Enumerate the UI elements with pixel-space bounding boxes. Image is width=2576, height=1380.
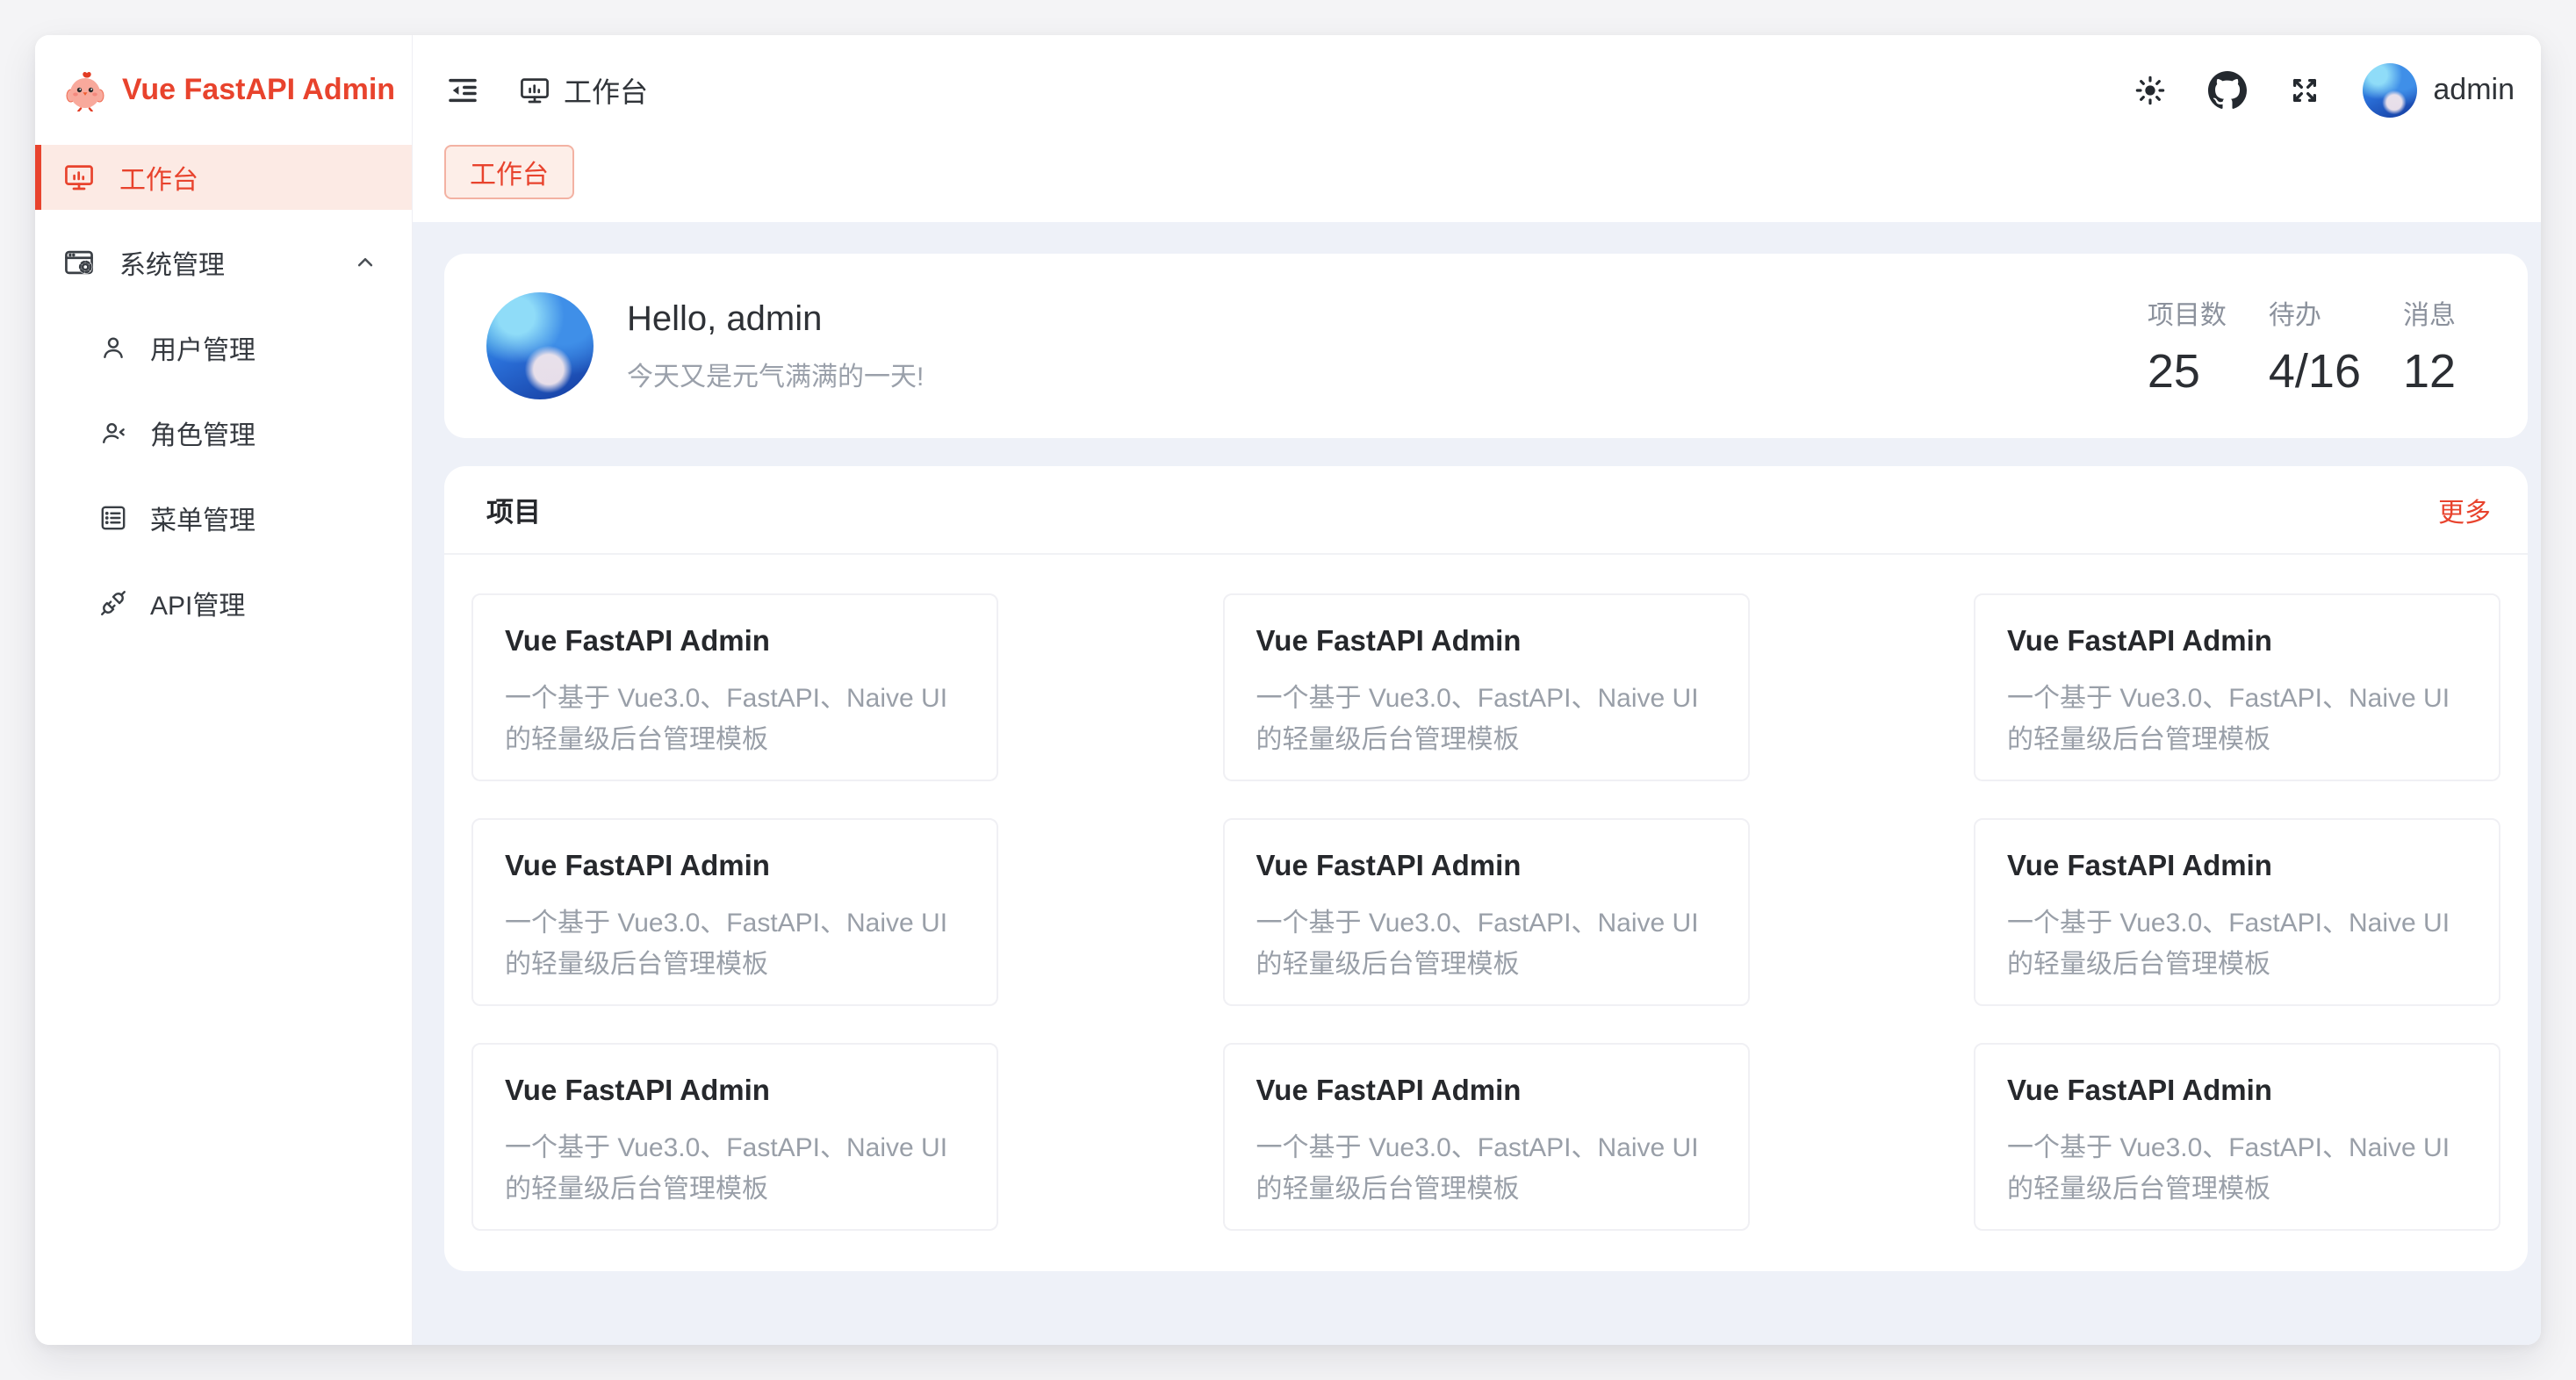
project-card-title: Vue FastAPI Admin <box>505 1074 965 1107</box>
stats-group: 项目数 25 待办 4/16 消息 12 <box>2148 293 2479 399</box>
project-card-title: Vue FastAPI Admin <box>2007 849 2467 882</box>
stat-value: 25 <box>2148 344 2227 399</box>
github-icon <box>2208 71 2247 110</box>
user-menu[interactable]: admin <box>2363 63 2515 118</box>
chick-logo-icon <box>64 69 106 111</box>
stat-projects: 项目数 25 <box>2148 293 2227 399</box>
welcome-card: Hello, admin 今天又是元气满满的一天! 项目数 25 待办 4/16… <box>444 254 2528 438</box>
fullscreen-arrows-icon <box>2287 73 2322 108</box>
stat-value: 4/16 <box>2269 344 2361 399</box>
more-link[interactable]: 更多 <box>2438 491 2491 529</box>
breadcrumb[interactable]: 工作台 <box>518 70 648 111</box>
chevron-up-icon[interactable] <box>352 249 378 276</box>
user-icon <box>98 333 128 363</box>
sidebar-item-system[interactable]: 系统管理 <box>35 230 412 295</box>
projects-panel: 项目 更多 Vue FastAPI Admin 一个基于 Vue3.0、Fast… <box>444 466 2528 1271</box>
content-column: 工作台 <box>413 35 2541 1345</box>
stat-messages: 消息 12 <box>2403 293 2479 399</box>
project-card-description: 一个基于 Vue3.0、FastAPI、Naive UI 的轻量级后台管理模板 <box>505 1127 965 1210</box>
sidebar-item-roles[interactable]: 角色管理 <box>35 400 412 465</box>
projects-title: 项目 <box>486 490 541 529</box>
project-card-description: 一个基于 Vue3.0、FastAPI、Naive UI 的轻量级后台管理模板 <box>1256 678 1716 760</box>
project-card-description: 一个基于 Vue3.0、FastAPI、Naive UI 的轻量级后台管理模板 <box>505 678 965 760</box>
project-card[interactable]: Vue FastAPI Admin 一个基于 Vue3.0、FastAPI、Na… <box>471 818 998 1006</box>
sidebar-item-api[interactable]: API管理 <box>35 571 412 636</box>
sidebar-item-label: 角色管理 <box>150 413 255 452</box>
menu-list-icon <box>98 503 128 533</box>
role-icon <box>98 418 128 448</box>
github-link-button[interactable] <box>2208 71 2247 110</box>
sidebar-item-label: 系统管理 <box>119 243 225 282</box>
fullscreen-button[interactable] <box>2287 73 2322 108</box>
brand-title: Vue FastAPI Admin <box>122 73 395 107</box>
menu-fold-icon <box>444 72 481 109</box>
project-card-description: 一个基于 Vue3.0、FastAPI、Naive UI 的轻量级后台管理模板 <box>2007 902 2467 985</box>
sidebar-item-label: 菜单管理 <box>150 499 255 537</box>
welcome-message: 今天又是元气满满的一天! <box>627 355 924 393</box>
project-card-title: Vue FastAPI Admin <box>1256 849 1716 882</box>
welcome-avatar <box>486 292 594 399</box>
sidebar-item-users[interactable]: 用户管理 <box>35 315 412 380</box>
project-card-title: Vue FastAPI Admin <box>505 624 965 658</box>
topbar: 工作台 <box>413 35 2541 145</box>
project-card-title: Vue FastAPI Admin <box>505 849 965 882</box>
project-card[interactable]: Vue FastAPI Admin 一个基于 Vue3.0、FastAPI、Na… <box>1974 1043 2500 1231</box>
project-card[interactable]: Vue FastAPI Admin 一个基于 Vue3.0、FastAPI、Na… <box>1223 818 1750 1006</box>
sidebar-item-label: 用户管理 <box>150 328 255 367</box>
collapse-sidebar-button[interactable] <box>444 72 481 109</box>
project-card-description: 一个基于 Vue3.0、FastAPI、Naive UI 的轻量级后台管理模板 <box>1256 1127 1716 1210</box>
brand-logo[interactable]: Vue FastAPI Admin <box>35 35 412 145</box>
project-card[interactable]: Vue FastAPI Admin 一个基于 Vue3.0、FastAPI、Na… <box>1974 593 2500 781</box>
project-card[interactable]: Vue FastAPI Admin 一个基于 Vue3.0、FastAPI、Na… <box>1223 593 1750 781</box>
user-avatar <box>2363 63 2417 118</box>
tag-workbench[interactable]: 工作台 <box>444 145 574 199</box>
project-card-description: 一个基于 Vue3.0、FastAPI、Naive UI 的轻量级后台管理模板 <box>1256 902 1716 985</box>
sidebar-item-label: 工作台 <box>119 158 198 197</box>
username-label: admin <box>2433 73 2515 107</box>
system-settings-icon <box>62 246 96 279</box>
project-card[interactable]: Vue FastAPI Admin 一个基于 Vue3.0、FastAPI、Na… <box>471 593 998 781</box>
project-grid: Vue FastAPI Admin 一个基于 Vue3.0、FastAPI、Na… <box>444 555 2528 1271</box>
stat-label: 项目数 <box>2148 293 2227 332</box>
main-content: Hello, admin 今天又是元气满满的一天! 项目数 25 待办 4/16… <box>413 222 2541 1345</box>
sidebar-item-menus[interactable]: 菜单管理 <box>35 485 412 550</box>
sun-icon <box>2133 73 2168 108</box>
project-card-description: 一个基于 Vue3.0、FastAPI、Naive UI 的轻量级后台管理模板 <box>2007 1127 2467 1210</box>
stat-todos: 待办 4/16 <box>2269 293 2361 399</box>
projects-header: 项目 更多 <box>444 466 2528 555</box>
project-card-title: Vue FastAPI Admin <box>2007 1074 2467 1107</box>
project-card-description: 一个基于 Vue3.0、FastAPI、Naive UI 的轻量级后台管理模板 <box>505 902 965 985</box>
project-card[interactable]: Vue FastAPI Admin 一个基于 Vue3.0、FastAPI、Na… <box>1974 818 2500 1006</box>
project-card-title: Vue FastAPI Admin <box>1256 624 1716 658</box>
api-plug-icon <box>98 588 128 618</box>
stat-value: 12 <box>2403 344 2479 399</box>
stat-label: 待办 <box>2269 293 2361 332</box>
welcome-greeting: Hello, admin <box>627 299 924 339</box>
topbar-actions: admin <box>2133 63 2515 118</box>
stat-label: 消息 <box>2403 293 2479 332</box>
project-card-title: Vue FastAPI Admin <box>2007 624 2467 658</box>
active-indicator <box>35 145 41 210</box>
workbench-monitor-icon <box>518 74 551 107</box>
project-card-description: 一个基于 Vue3.0、FastAPI、Naive UI 的轻量级后台管理模板 <box>2007 678 2467 760</box>
sidebar: Vue FastAPI Admin 工作台 <box>35 35 413 1345</box>
tags-bar: 工作台 <box>413 145 2541 222</box>
theme-toggle-button[interactable] <box>2133 73 2168 108</box>
sidebar-item-workbench[interactable]: 工作台 <box>35 145 412 210</box>
workbench-monitor-icon <box>62 161 96 194</box>
project-card[interactable]: Vue FastAPI Admin 一个基于 Vue3.0、FastAPI、Na… <box>1223 1043 1750 1231</box>
welcome-text: Hello, admin 今天又是元气满满的一天! <box>627 299 924 393</box>
project-card-title: Vue FastAPI Admin <box>1256 1074 1716 1107</box>
breadcrumb-label: 工作台 <box>564 70 648 111</box>
sidebar-item-label: API管理 <box>150 584 245 622</box>
sidebar-menu: 工作台 系统管理 <box>35 145 412 1345</box>
project-card[interactable]: Vue FastAPI Admin 一个基于 Vue3.0、FastAPI、Na… <box>471 1043 998 1231</box>
app-window: Vue FastAPI Admin 工作台 <box>35 35 2541 1345</box>
